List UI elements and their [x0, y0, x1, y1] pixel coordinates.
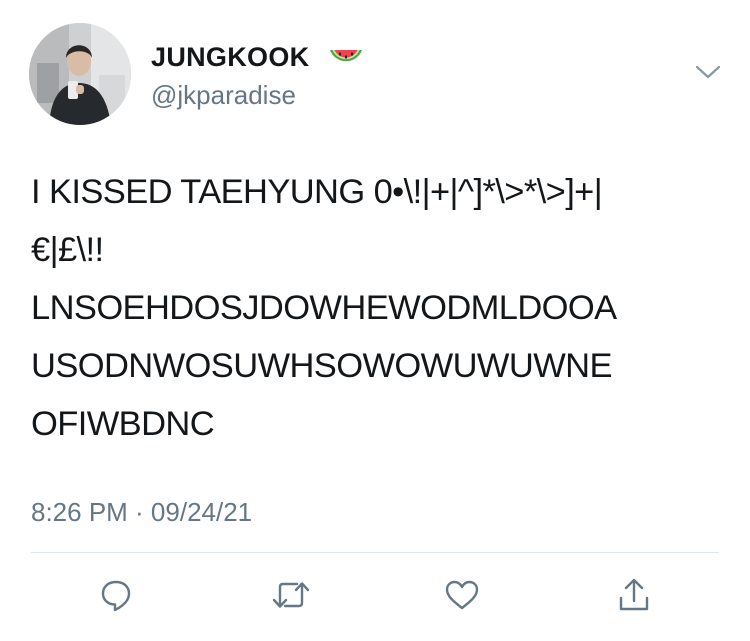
- tweet-text-line: €|£\!!: [31, 231, 104, 269]
- tweet-text-line: OFIWBDNC: [31, 405, 215, 443]
- chevron-down-icon[interactable]: [694, 62, 722, 82]
- tweet-timestamp[interactable]: 8:26 PM · 09/24/21: [31, 495, 252, 529]
- share-button[interactable]: [612, 573, 656, 617]
- heart-icon: [445, 580, 479, 610]
- tweet-text: I KISSED TAEHYUNG 0•\!|+|^]*\>*\>]+| €|£…: [31, 163, 721, 453]
- retweet-icon: [272, 582, 310, 608]
- watermelon-icon: [330, 50, 362, 62]
- tweet-text-line: I KISSED TAEHYUNG 0•\!|+|^]*\>*\>]+|: [31, 173, 603, 211]
- reply-icon: [101, 580, 131, 612]
- divider: [31, 552, 719, 553]
- tweet-text-line: LNSOEHDOSJDOWHEWODMLDOOA: [31, 289, 617, 327]
- avatar-photo: [29, 23, 131, 125]
- reply-button[interactable]: [94, 573, 138, 617]
- like-button[interactable]: [440, 573, 484, 617]
- tweet-text-line: USODNWOSUWHSOWOWUWUWNE: [31, 347, 612, 385]
- user-handle[interactable]: @jkparadise: [151, 78, 296, 112]
- display-name[interactable]: JUNGKOOK: [151, 40, 309, 74]
- avatar[interactable]: [29, 23, 131, 125]
- retweet-button[interactable]: [269, 573, 313, 617]
- share-icon: [619, 578, 649, 611]
